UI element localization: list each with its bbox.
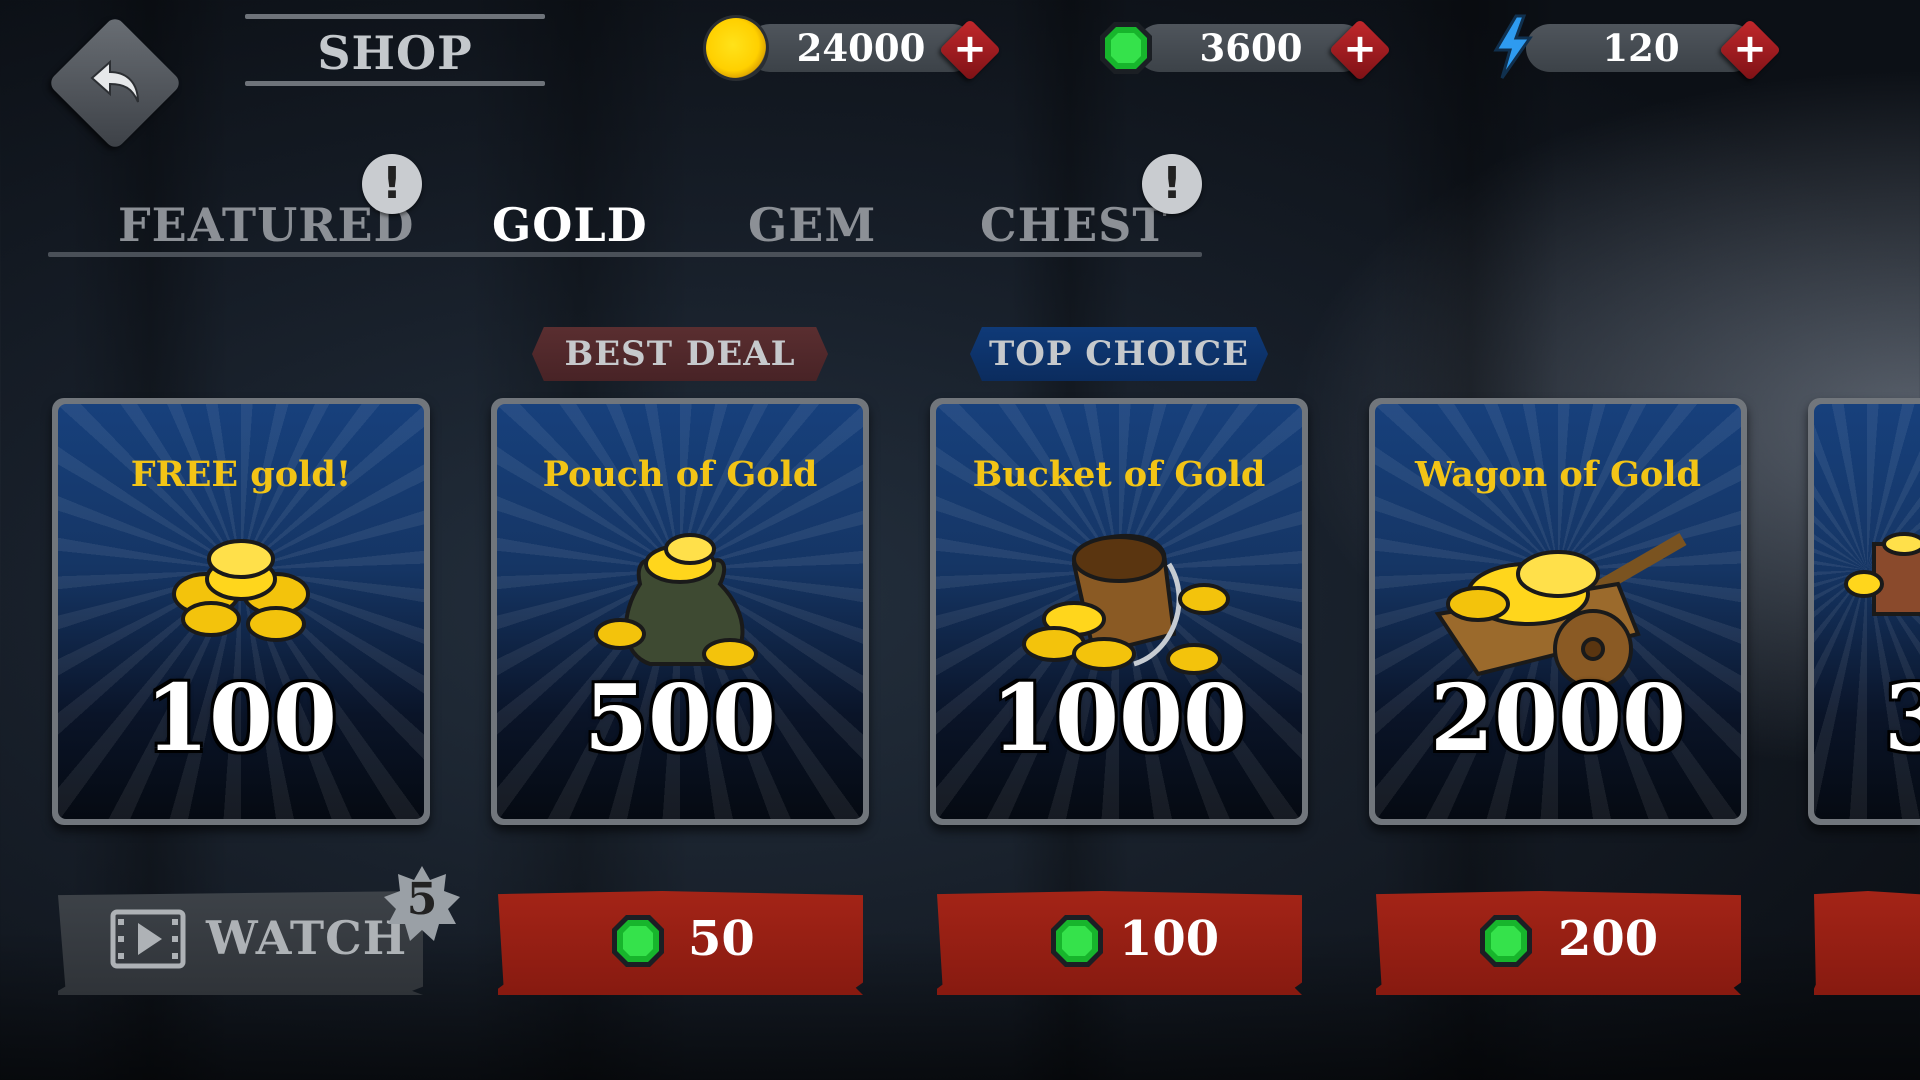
buy-chest-button[interactable] bbox=[1814, 891, 1920, 995]
tab-gold[interactable]: GOLD bbox=[492, 198, 648, 252]
price-label: 50 bbox=[688, 911, 755, 967]
watch-ad-button[interactable]: WATCH bbox=[58, 891, 423, 995]
price-label: 100 bbox=[1119, 911, 1220, 967]
watch-count: 5 bbox=[406, 874, 438, 925]
offer-amount: 2000 bbox=[1429, 664, 1687, 772]
shop-tabs: FEATURED ! GOLD GEM CHEST ! bbox=[48, 154, 1202, 260]
offer-amount: 500 bbox=[583, 664, 777, 772]
green-gem-icon bbox=[1100, 22, 1152, 74]
coin-pile-icon bbox=[172, 539, 310, 642]
offer-amount: 100 bbox=[144, 664, 338, 772]
offer-card-wagon[interactable]: Wagon of Gold 2000 bbox=[1369, 398, 1747, 825]
add-gold-button[interactable]: + bbox=[938, 18, 1002, 82]
back-button[interactable] bbox=[47, 15, 183, 151]
buy-wagon-button[interactable]: 200 bbox=[1376, 891, 1741, 995]
buy-bucket-button[interactable]: 100 bbox=[937, 891, 1302, 995]
add-gems-button[interactable]: + bbox=[1328, 18, 1392, 82]
best-deal-ribbon: BEST DEAL bbox=[532, 327, 828, 381]
page-title: SHOP bbox=[317, 26, 473, 80]
offer-title: Wagon of Gold bbox=[1415, 454, 1701, 495]
buy-pouch-button[interactable]: 50 bbox=[498, 891, 863, 995]
gold-coin-icon bbox=[706, 18, 766, 78]
price-label: 200 bbox=[1558, 911, 1659, 967]
chest-alert-badge: ! bbox=[1142, 154, 1202, 214]
offer-title: Bucket of Gold bbox=[972, 454, 1266, 495]
featured-alert-badge: ! bbox=[362, 154, 422, 214]
offer-title: FREE gold! bbox=[130, 454, 352, 495]
watch-label: WATCH bbox=[206, 911, 408, 965]
lightning-icon bbox=[1493, 14, 1533, 79]
watch-count-badge: 5 bbox=[384, 866, 460, 942]
film-icon bbox=[110, 909, 186, 969]
offer-amount: 1000 bbox=[990, 664, 1248, 772]
gold-bucket-icon bbox=[1022, 533, 1230, 675]
green-gem-icon bbox=[1480, 915, 1532, 967]
gem-amount: 3600 bbox=[1199, 26, 1303, 70]
back-arrow-icon bbox=[90, 59, 139, 103]
tab-chest[interactable]: CHEST bbox=[980, 198, 1168, 252]
tab-underline bbox=[48, 252, 1202, 257]
gold-pouch-icon bbox=[594, 533, 758, 670]
offer-card-free-gold[interactable]: FREE gold! 100 bbox=[52, 398, 430, 825]
energy-counter: 120 + bbox=[1490, 14, 1810, 82]
shop-title: SHOP bbox=[245, 14, 545, 86]
green-gem-icon bbox=[612, 915, 664, 967]
gold-chest-icon bbox=[1844, 532, 1920, 616]
offer-title: Pouch of Gold bbox=[542, 454, 818, 495]
offer-card-bucket[interactable]: Bucket of Gold 1000 bbox=[930, 398, 1308, 825]
offer-card-chest[interactable]: 3 bbox=[1808, 398, 1920, 825]
gold-amount: 24000 bbox=[796, 26, 926, 70]
tab-featured[interactable]: FEATURED bbox=[118, 198, 414, 252]
energy-amount: 120 bbox=[1602, 26, 1680, 70]
offer-amount: 3 bbox=[1884, 664, 1920, 772]
offer-card-pouch[interactable]: Pouch of Gold 500 bbox=[491, 398, 869, 825]
green-gem-icon bbox=[1051, 915, 1103, 967]
gold-counter: 24000 + bbox=[706, 18, 1026, 82]
tab-gem[interactable]: GEM bbox=[748, 198, 876, 252]
top-choice-ribbon: TOP CHOICE bbox=[970, 327, 1268, 381]
gem-counter: 3600 + bbox=[1096, 18, 1416, 82]
add-energy-button[interactable]: + bbox=[1718, 18, 1782, 82]
